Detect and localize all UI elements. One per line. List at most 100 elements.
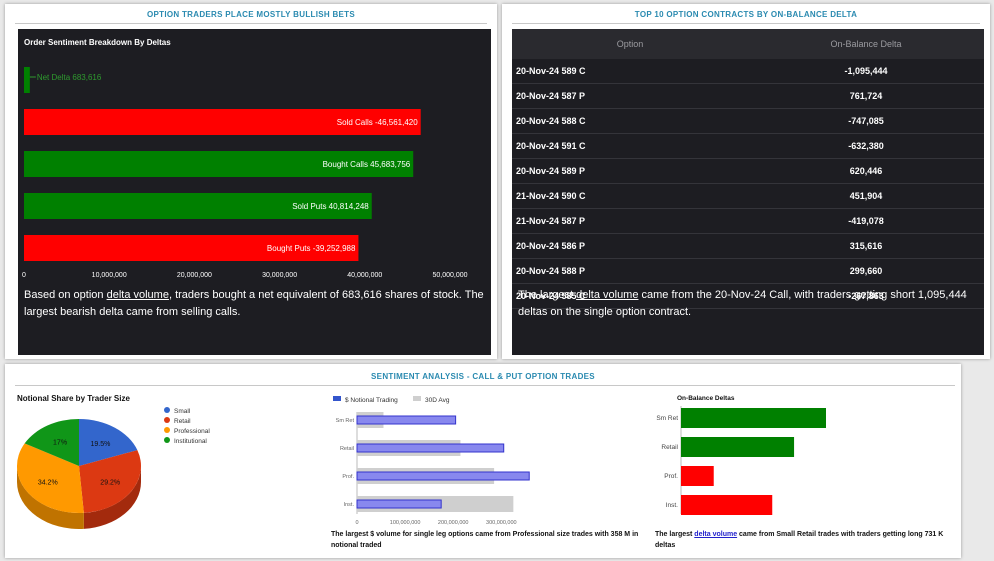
delta-cell: 761,724 [748,83,984,109]
on-balance-deltas-chart: On-Balance Deltas Sm Ret Retail Prof. Inst. [656,395,826,515]
slice-label: 19.5% [90,441,110,448]
category-label: Inst. [344,502,355,508]
table-row: 20-Nov-24 588 P 299,660 [512,258,984,284]
delta-cell: -1,095,444 [748,59,984,84]
notional-bar [356,471,530,481]
title-rule [512,23,980,24]
option-cell: 20-Nov-24 589 P [512,158,748,184]
tick-label: 40,000,000 [347,272,382,279]
option-cell: 20-Nov-24 588 C [512,108,748,134]
option-cell: 20-Nov-24 586 P [512,233,748,259]
category-label: Prof. [664,473,678,480]
table-row: 20-Nov-24 591 C -632,380 [512,133,984,159]
title-rule [15,23,487,24]
legend-marker [333,396,341,401]
option-cell: 21-Nov-24 590 C [512,183,748,209]
tick-label: 300,000,000 [486,520,517,526]
category-label: Retail [340,446,354,452]
legend-label: Retail [174,418,191,425]
notional-trading-chart: $ Notional Trading 30D Avg Sm Ret Retail Pro… [333,396,530,526]
table-row: 20-Nov-24 589 P 620,446 [512,158,984,184]
order-sentiment-card: Order Sentiment Breakdown By Deltas Net D… [18,29,491,355]
chart-title: Order Sentiment Breakdown By Deltas [24,38,171,47]
delta-cell: -419,078 [748,208,984,234]
option-cell: 20-Nov-24 588 P [512,258,748,284]
on-balance-note: The largest delta volume came from Small… [655,531,944,549]
delta-cell: 315,616 [748,233,984,259]
delta-cell: 620,446 [748,158,984,184]
bar [681,437,795,457]
notional-share-chart: Notional Share by Trader Size 19.5% 29.2% 3… [17,394,210,529]
legend-label: $ Notional Trading [345,397,398,404]
delta-volume-link[interactable]: delta volume [576,289,638,301]
legend-marker [164,417,170,423]
legend-label: 30D Avg [425,397,450,404]
column-header-delta: On-Balance Delta [748,29,984,59]
category-label: Sm Ret [336,418,355,424]
order-sentiment-chart: Order Sentiment Breakdown By Deltas Net D… [22,38,468,279]
data-label: Sold Calls -46,561,420 [337,118,418,127]
tick-label: 100,000,000 [390,520,421,526]
column-header-option: Option [512,29,748,59]
chart-title: Notional Share by Trader Size [17,394,130,403]
tick-label: 20,000,000 [177,272,212,279]
slice-label: 34.2% [38,479,58,486]
slice-label: 17% [53,440,67,447]
top10-panel: TOP 10 OPTION CONTRACTS BY ON-BALANCE DE… [502,4,990,359]
bar [24,67,30,93]
delta-volume-link[interactable]: delta volume [694,531,737,538]
table-row: 21-Nov-24 587 P -419,078 [512,208,984,234]
category-label: Sm Ret [656,415,678,422]
notional-bar [356,415,457,425]
tick-label: 0 [22,272,26,279]
table-row: 20-Nov-24 587 P 761,724 [512,83,984,109]
option-cell: 20-Nov-24 589 C [512,59,748,84]
title-rule [15,385,955,386]
top10-table: Option On-Balance Delta 20-Nov-24 589 C-… [512,29,984,309]
option-cell: 21-Nov-24 587 P [512,208,748,234]
legend-marker [413,396,421,401]
tick-label: 30,000,000 [262,272,297,279]
bar [681,408,826,428]
delta-cell: 299,660 [748,258,984,284]
table-row: 20-Nov-24 586 P 315,616 [512,233,984,259]
table-row: 20-Nov-24 589 C -1,095,444 [512,59,984,84]
bar [681,466,714,486]
table-row: 21-Nov-24 590 C 451,904 [512,183,984,209]
category-label: Retail [661,444,678,451]
legend-label: Small [174,408,191,415]
top10-note: The largest delta volume came from the 2… [518,289,967,318]
sentiment-analysis-panel: SENTIMENT ANALYSIS - CALL & PUT OPTION T… [5,364,961,558]
delta-cell: 451,904 [748,183,984,209]
top10-card: Option On-Balance Delta 20-Nov-24 589 C-… [512,29,984,355]
slice-label: 29.2% [100,479,120,486]
legend-marker [164,407,170,413]
panel-title: TOP 10 OPTION CONTRACTS BY ON-BALANCE DE… [634,10,858,19]
tick-label: 10,000,000 [92,272,127,279]
table-header-row: Option On-Balance Delta [512,29,984,59]
order-sentiment-note: Based on option delta volume, traders bo… [24,289,484,318]
tick-label: 0 [355,520,358,526]
legend-label: Professional [174,428,210,435]
option-cell: 20-Nov-24 591 C [512,133,748,159]
tick-label: 200,000,000 [438,520,469,526]
data-label: Net Delta 683,616 [37,73,102,82]
notional-bar [356,499,442,509]
category-label: Inst. [666,502,678,509]
data-label: Sold Puts 40,814,248 [292,202,369,211]
notional-bar [356,443,505,453]
legend-marker [164,427,170,433]
option-cell: 20-Nov-24 587 P [512,83,748,109]
table-row: 20-Nov-24 588 C -747,085 [512,108,984,134]
tick-label: 50,000,000 [432,272,467,279]
chart-title: On-Balance Deltas [677,395,735,402]
category-label: Prof. [342,474,354,480]
data-label: Bought Calls 45,683,756 [323,160,411,169]
legend-marker [164,437,170,443]
data-label: Bought Puts -39,252,988 [267,244,356,253]
bar [681,495,773,515]
delta-cell: -632,380 [748,133,984,159]
notional-trading-note: The largest $ volume for single leg opti… [331,531,639,549]
delta-volume-link[interactable]: delta volume [107,289,169,301]
legend-label: Institutional [174,438,207,445]
